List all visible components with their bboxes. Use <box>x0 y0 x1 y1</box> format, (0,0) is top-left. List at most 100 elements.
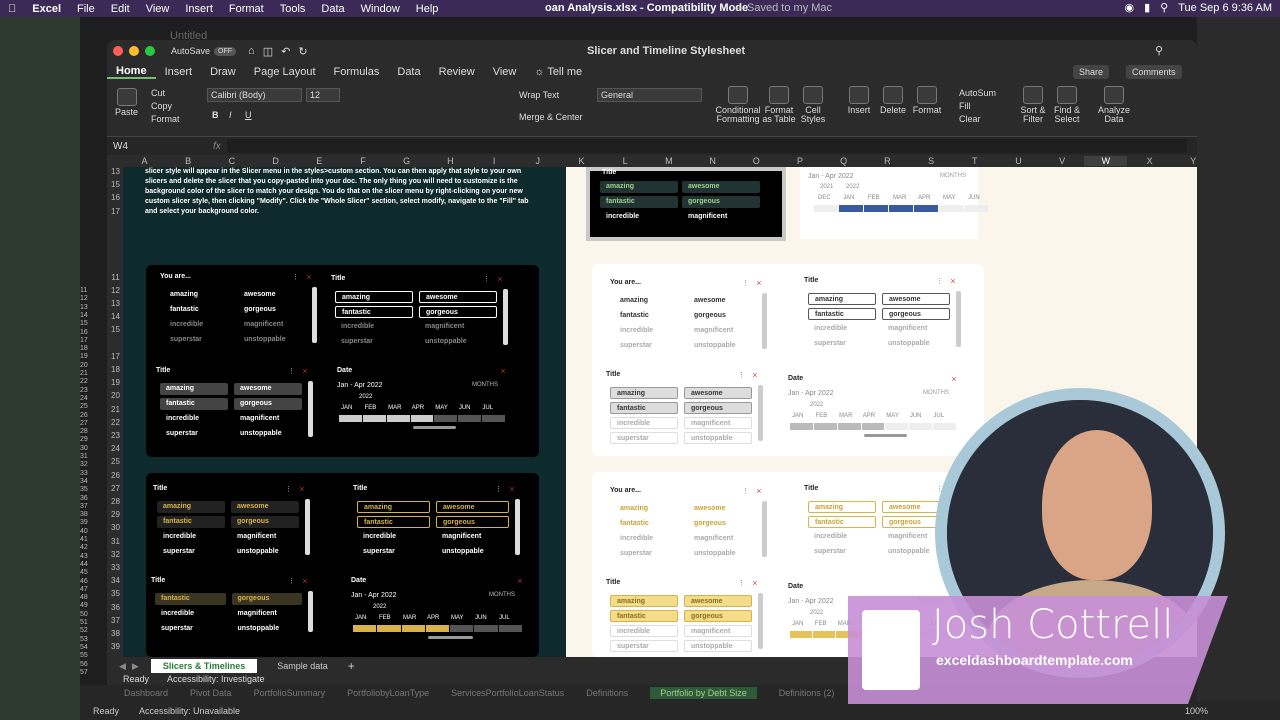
wifi-icon[interactable]: ◉ <box>1125 1 1135 14</box>
column-header[interactable]: M <box>647 156 690 166</box>
row-header[interactable]: 24 <box>108 444 123 453</box>
slicer-item[interactable]: amazing <box>610 387 678 399</box>
multiselect-icon[interactable]: ⋮ <box>483 275 490 283</box>
menu-app-name[interactable]: Excel <box>24 3 69 15</box>
slicer-item[interactable]: unstoppable <box>231 546 299 558</box>
slicer-item[interactable]: gorgeous <box>882 308 950 320</box>
slicer-item[interactable]: magnificent <box>682 211 760 223</box>
slicer-item[interactable]: magnificent <box>684 625 752 637</box>
timeline-bar[interactable] <box>410 415 434 422</box>
zoom-level[interactable]: 100% <box>1185 706 1208 716</box>
clear-filter-icon[interactable]: ⨯ <box>517 577 523 585</box>
tab-insert[interactable]: Insert <box>156 66 202 78</box>
timeline-bar[interactable] <box>790 631 813 638</box>
bold-button[interactable]: B <box>212 110 219 120</box>
background-sheet-tab[interactable]: PortfolioSummary <box>254 688 326 698</box>
row-header[interactable]: 13 <box>108 167 123 176</box>
insert-cells-button[interactable]: Insert <box>845 86 873 115</box>
menu-window[interactable]: Window <box>353 3 408 15</box>
slicer-item[interactable]: superstar <box>808 338 876 350</box>
multiselect-icon[interactable]: ⋮ <box>742 279 749 287</box>
timeline-scrollbar[interactable] <box>863 434 908 437</box>
background-sheet-tab[interactable]: ServicesPortfolioLoanStatus <box>451 688 564 698</box>
timeline-bar[interactable] <box>814 205 838 212</box>
clear-filter-icon[interactable]: ⨯ <box>302 367 308 375</box>
tell-me[interactable]: ☼ Tell me <box>525 66 591 78</box>
home-icon[interactable]: ⌂ <box>248 45 255 57</box>
timeline-bar[interactable] <box>864 205 888 212</box>
menubar-clock[interactable]: Tue Sep 6 9:36 AM <box>1178 2 1272 14</box>
timeline-bar[interactable] <box>458 415 482 422</box>
timeline-bar[interactable] <box>425 625 450 632</box>
row-header[interactable]: 33 <box>108 563 123 572</box>
column-header[interactable]: L <box>604 156 647 166</box>
slicer-item[interactable]: incredible <box>614 533 682 545</box>
slicer-item[interactable]: magnificent <box>436 531 509 543</box>
tab-data[interactable]: Data <box>388 66 429 78</box>
slicer-item[interactable]: incredible <box>155 608 226 620</box>
slicer-scrollbar[interactable] <box>762 501 767 557</box>
slicer-item[interactable]: fantastic <box>808 308 876 320</box>
multiselect-icon[interactable]: ⋮ <box>738 371 745 379</box>
timeline-bar[interactable] <box>362 415 386 422</box>
timeline-bar[interactable] <box>889 205 913 212</box>
row-header[interactable]: 27 <box>108 484 123 493</box>
clear-filter-icon[interactable]: ⨯ <box>752 371 758 379</box>
timeline-bar[interactable] <box>386 415 410 422</box>
column-header[interactable]: W <box>1084 156 1128 166</box>
row-header[interactable]: 19 <box>108 378 123 387</box>
autosum-button[interactable]: AutoSum <box>959 88 996 98</box>
clear-button[interactable]: Clear <box>959 114 981 124</box>
slicer-item[interactable]: magnificent <box>232 608 303 620</box>
slicer-item[interactable]: magnificent <box>231 531 299 543</box>
timeline-bar[interactable] <box>498 625 522 632</box>
row-header[interactable]: 35 <box>108 589 123 598</box>
slicer-item[interactable]: unstoppable <box>688 548 756 560</box>
slicer-item[interactable]: magnificent <box>688 533 756 545</box>
background-sheet-tab[interactable]: PortfoliobyLoanType <box>347 688 429 698</box>
column-header[interactable]: Y <box>1172 156 1197 166</box>
name-box[interactable]: W4 <box>113 141 173 152</box>
slicer-item[interactable]: unstoppable <box>684 640 752 652</box>
minimize-button[interactable] <box>129 46 139 56</box>
row-header[interactable]: 14 <box>108 312 123 321</box>
slicer-item[interactable]: superstar <box>155 623 226 635</box>
slicer-item[interactable]: awesome <box>238 289 306 301</box>
row-header[interactable]: 38 <box>108 629 123 638</box>
slicer-item[interactable]: fantastic <box>357 516 430 528</box>
slicer-item[interactable]: fantastic <box>610 402 678 414</box>
row-header[interactable]: 36 <box>108 603 123 612</box>
row-header[interactable]: 25 <box>108 457 123 466</box>
slicer-item[interactable]: awesome <box>234 383 302 395</box>
clear-filter-icon[interactable]: ⨯ <box>306 273 312 281</box>
slicer-scrollbar[interactable] <box>515 499 520 555</box>
row-header[interactable]: 22 <box>108 418 123 427</box>
slicer-item[interactable]: amazing <box>614 503 682 515</box>
slicer-item[interactable]: superstar <box>610 432 678 444</box>
status-accessibility[interactable]: Accessibility: Investigate <box>167 674 265 684</box>
slicer-item[interactable]: magnificent <box>238 319 306 331</box>
multiselect-icon[interactable]: ⋮ <box>285 485 292 493</box>
row-header[interactable]: 37 <box>108 616 123 625</box>
clear-filter-icon[interactable]: ⨯ <box>756 487 762 495</box>
column-header[interactable]: S <box>910 156 953 166</box>
delete-cells-button[interactable]: Delete <box>879 86 907 115</box>
row-header[interactable]: 31 <box>108 537 123 546</box>
timeline-bar[interactable] <box>353 625 377 632</box>
slicer-item[interactable]: incredible <box>610 417 678 429</box>
timeline-bar[interactable] <box>861 423 885 430</box>
timeline-bar[interactable] <box>474 625 498 632</box>
column-header[interactable]: J <box>516 156 559 166</box>
menu-edit[interactable]: Edit <box>103 3 138 15</box>
menu-insert[interactable]: Insert <box>177 3 221 15</box>
slicer-scrollbar[interactable] <box>308 591 313 632</box>
slicer-item[interactable]: incredible <box>808 323 876 335</box>
row-header[interactable]: 18 <box>108 365 123 374</box>
column-header[interactable]: X <box>1128 156 1171 166</box>
row-header[interactable]: 20 <box>108 391 123 400</box>
slicer-item[interactable]: gorgeous <box>231 593 302 605</box>
column-header[interactable]: E <box>298 156 341 166</box>
column-header[interactable]: T <box>953 156 996 166</box>
find-select-button[interactable]: Find & Select <box>1053 86 1081 124</box>
row-header[interactable]: 26 <box>108 471 123 480</box>
